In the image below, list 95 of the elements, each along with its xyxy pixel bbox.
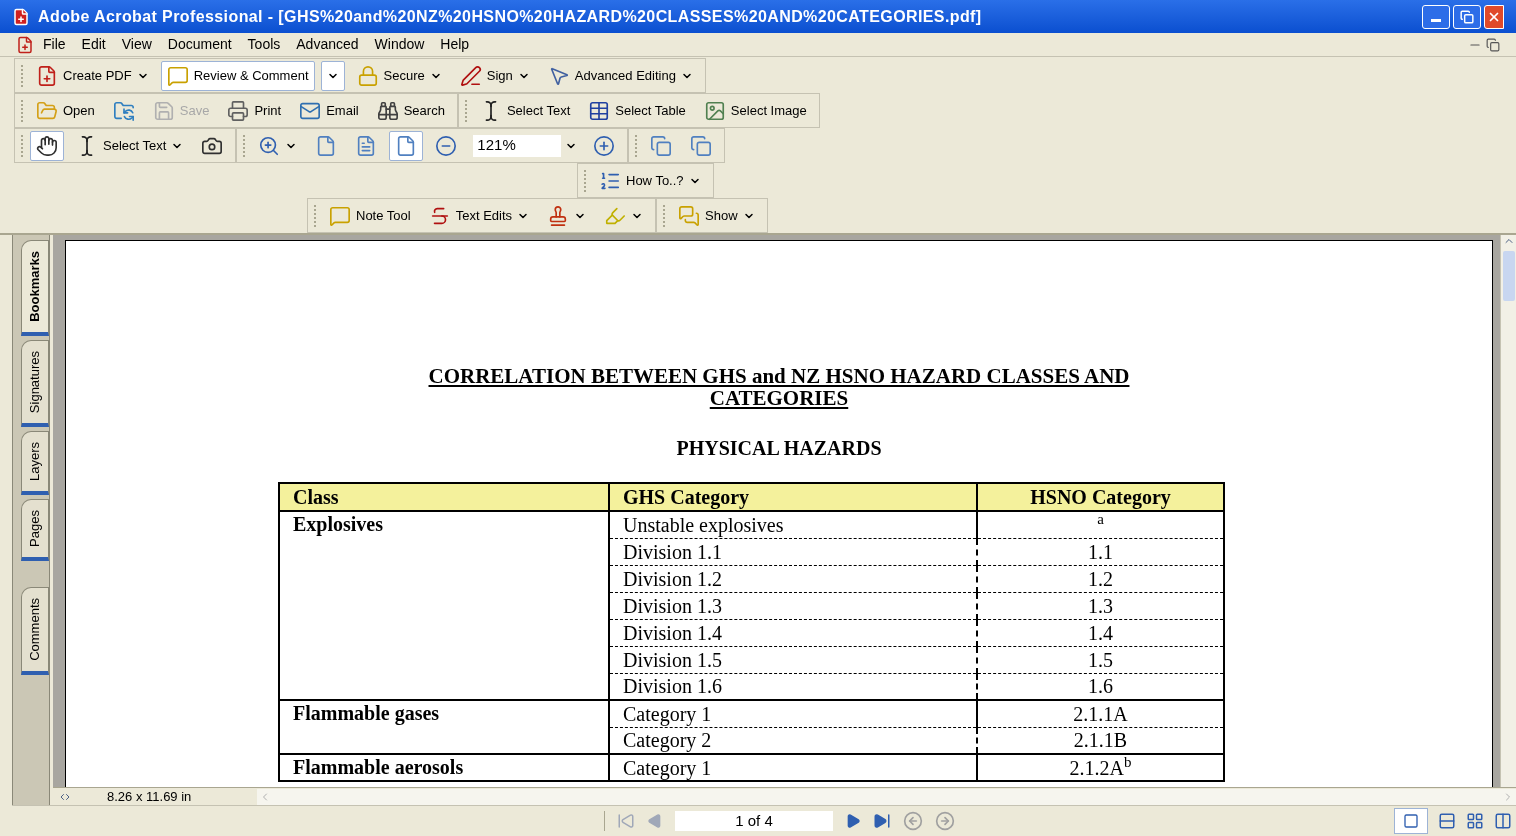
document-title: CORRELATION BETWEEN GHS and NZ HSNO HAZARD CLASSES AND CATEGORIES	[427, 365, 1131, 409]
table-cell: Flammable aerosols	[279, 754, 609, 781]
first-page-icon[interactable]	[617, 812, 635, 830]
single-page-button[interactable]	[1394, 808, 1428, 834]
table-cell: Division 1.3	[609, 592, 977, 619]
zoom-in-icon	[593, 134, 616, 157]
table-cell: Division 1.2	[609, 565, 977, 592]
create-pdf-button[interactable]: Create PDF	[30, 60, 155, 91]
continuous-icon[interactable]	[1438, 812, 1456, 830]
pdf-icon	[16, 35, 34, 54]
speech-bubble-icon	[166, 64, 189, 87]
close-button[interactable]	[1484, 4, 1504, 29]
show-button[interactable]: Show	[672, 200, 761, 231]
how-to-button[interactable]: How To..?	[593, 165, 707, 196]
sign-button[interactable]: Sign	[453, 60, 536, 91]
select-table-button[interactable]: Select Table	[582, 95, 692, 126]
back-icon[interactable]	[903, 811, 923, 831]
menu-item[interactable]: View	[114, 34, 159, 55]
rotate-page-icon	[690, 134, 713, 157]
pen-icon	[459, 64, 482, 87]
last-page-icon[interactable]	[873, 812, 891, 830]
vertical-scrollbar[interactable]	[1500, 235, 1516, 787]
forward-icon[interactable]	[935, 811, 955, 831]
image-icon	[703, 99, 726, 122]
side-tab[interactable]: Bookmarks	[21, 240, 49, 336]
open-button[interactable]: Open	[30, 95, 101, 126]
menu-item[interactable]: Document	[160, 34, 239, 55]
pdf-icon	[12, 7, 30, 26]
column-header: HSNO Category	[977, 483, 1224, 511]
single-page-icon	[1403, 813, 1419, 829]
printer-icon	[227, 99, 250, 122]
zoom-in-icon	[258, 134, 281, 157]
text-edits-button[interactable]: Text Edits	[422, 200, 536, 231]
table-cell: Flammable gases	[279, 700, 609, 754]
page-field[interactable]: 1 of 4	[675, 811, 833, 831]
advanced-editing-button[interactable]: Advanced Editing	[541, 60, 699, 91]
menu-item[interactable]: Help	[433, 34, 477, 55]
facing-icon[interactable]	[1494, 812, 1512, 830]
print-button[interactable]: Print	[221, 95, 288, 126]
restore-icon[interactable]	[1486, 37, 1500, 52]
page-size-label: 8.26 x 11.69 in	[107, 787, 193, 806]
table-icon	[588, 99, 611, 122]
pdf-icon	[36, 64, 58, 87]
column-header: Class	[279, 483, 609, 511]
note-icon	[329, 204, 351, 227]
table-cell: Division 1.6	[609, 673, 977, 700]
window-title: Adobe Acrobat Professional - [GHS%20and%20NZ%20HSNO%20HAZARD%20CLASSES%20AND%20CATEGORIES.pdf]	[38, 6, 982, 27]
section-heading: PHYSICAL HAZARDS	[675, 436, 883, 461]
minimize-icon	[1431, 19, 1441, 22]
table-cell: Category 1	[609, 700, 977, 727]
table-cell: Category 2	[609, 727, 977, 754]
side-tab[interactable]: Comments	[21, 586, 49, 675]
menu-item[interactable]: Edit	[74, 34, 113, 55]
folder-icon	[36, 99, 58, 122]
side-tab[interactable]: Signatures	[21, 339, 49, 427]
menu-item[interactable]: Tools	[240, 34, 288, 55]
zoom-out-icon	[435, 134, 458, 157]
facing-continuous-icon[interactable]	[1466, 812, 1484, 830]
folder-globe-icon	[112, 99, 135, 122]
column-header: GHS Category	[609, 483, 977, 511]
hand-tool-button[interactable]	[30, 130, 64, 161]
table-cell: Division 1.1	[609, 538, 977, 565]
select-image-button[interactable]: Select Image	[697, 95, 813, 126]
table-cell: 2.1.2A$^{b}$	[977, 754, 1224, 781]
binoculars-icon	[376, 99, 399, 122]
table-cell: Category 1	[609, 754, 977, 781]
next-page-icon[interactable]	[845, 813, 861, 829]
previous-page-icon[interactable]	[647, 813, 663, 829]
hand-icon	[36, 134, 58, 157]
select-text-button[interactable]: Select Text	[70, 130, 190, 161]
search-button[interactable]: Search	[370, 95, 451, 126]
restore-button[interactable]	[1453, 4, 1481, 29]
comments-icon	[678, 204, 701, 227]
table-cell: Division 1.5	[609, 646, 977, 673]
note-tool-button[interactable]: Note Tool	[323, 200, 417, 231]
table-cell: 2.1.1A	[977, 700, 1224, 727]
fit-page-button[interactable]	[389, 130, 424, 161]
lock-icon	[356, 64, 379, 87]
table-cell: Explosives	[279, 511, 609, 700]
email-button[interactable]: Email	[293, 95, 365, 126]
scroll-thumb[interactable]	[1502, 251, 1515, 301]
menu-item[interactable]: Window	[367, 34, 432, 55]
side-tab[interactable]: Pages	[21, 499, 49, 561]
menu-item[interactable]: Advanced	[289, 34, 366, 55]
menu-item[interactable]: File	[36, 34, 73, 55]
restore-icon	[1460, 9, 1474, 24]
secure-button[interactable]: Secure	[350, 60, 448, 91]
select-text-button[interactable]: Select Text	[473, 95, 577, 126]
review-comment-button[interactable]: Review & Comment	[160, 60, 315, 91]
menu-dropdown-button[interactable]	[320, 60, 345, 91]
rotate-page-icon	[650, 134, 673, 157]
save-icon	[152, 99, 175, 122]
minimize-button[interactable]	[1422, 4, 1450, 29]
table-cell: Division 1.4	[609, 619, 977, 646]
side-tab[interactable]: Layers	[21, 430, 49, 495]
